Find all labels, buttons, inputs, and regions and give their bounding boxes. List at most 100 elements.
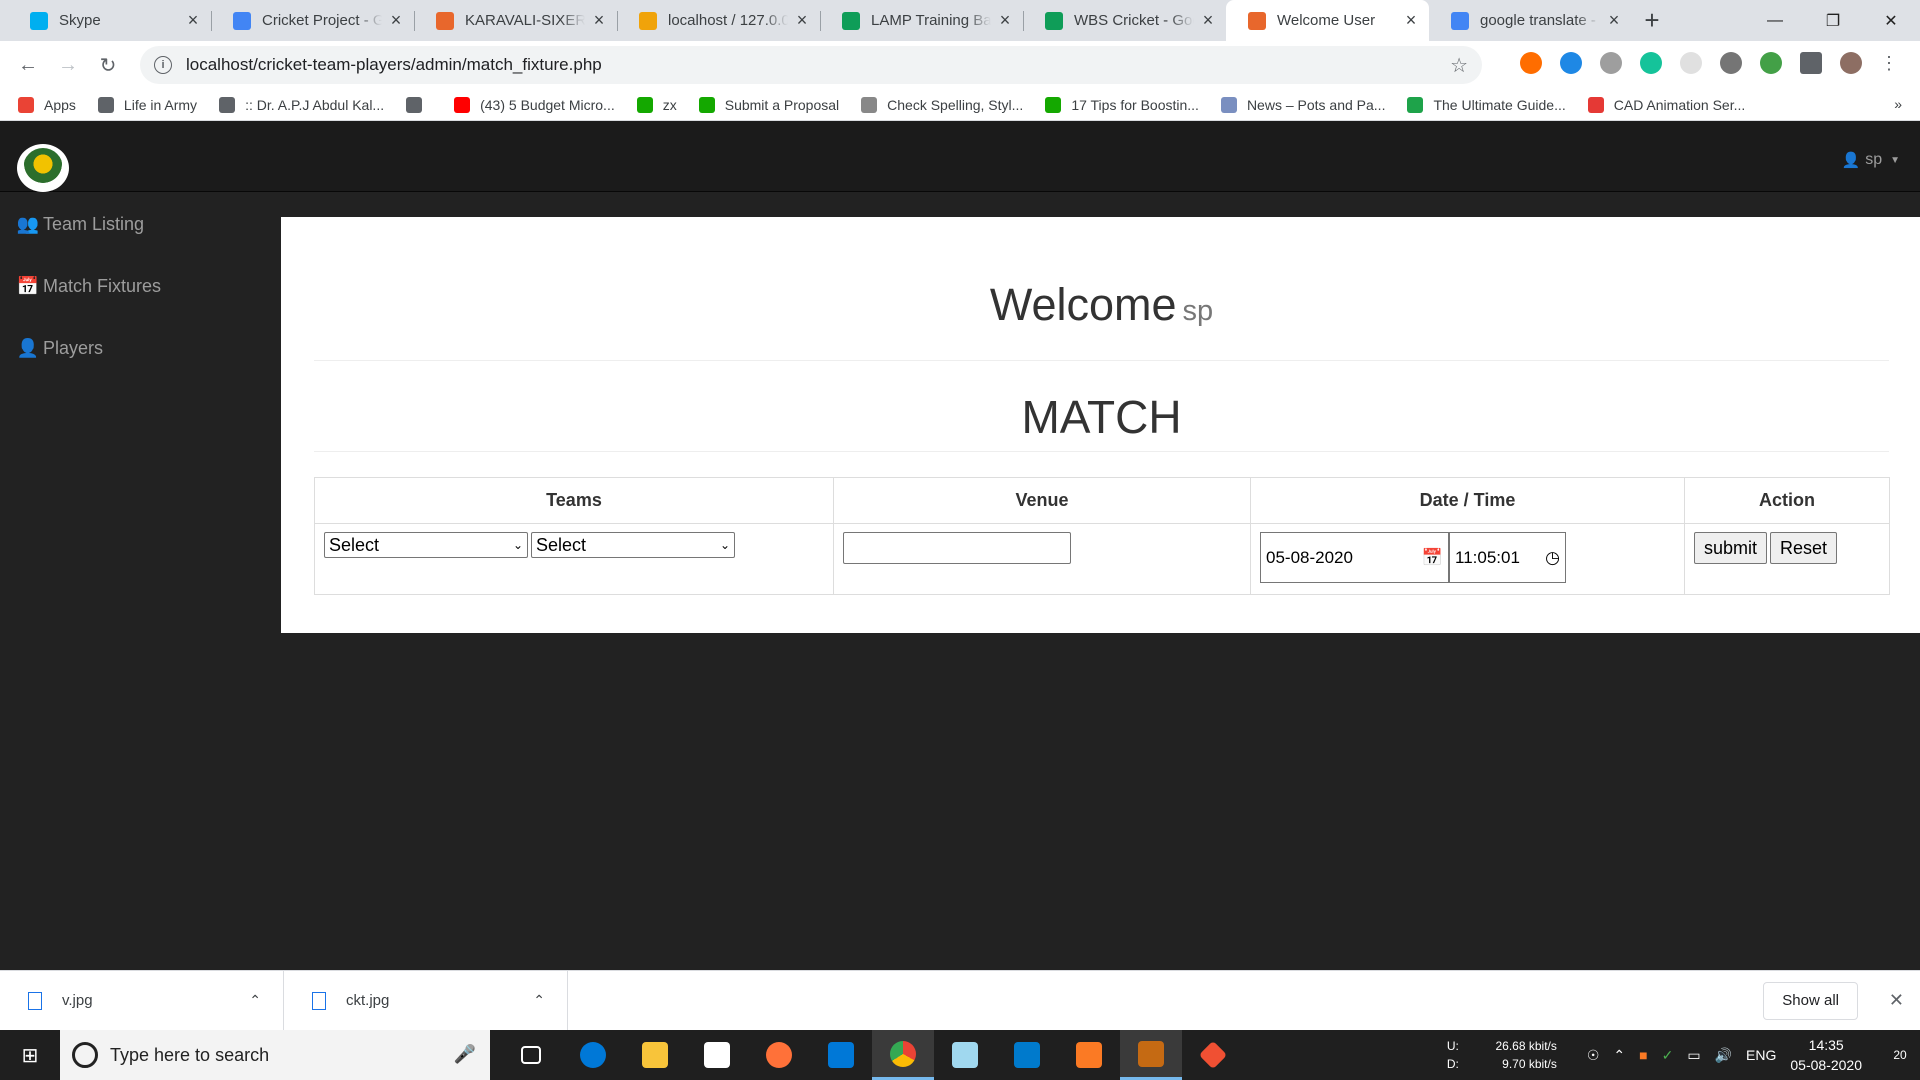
close-tab-icon[interactable]: × [388, 10, 404, 31]
profile-avatar[interactable] [1840, 52, 1862, 74]
bookmark-item[interactable]: 17 Tips for Boostin... [1045, 96, 1199, 113]
browser-tab[interactable]: WBS Cricket - Goo × [1023, 0, 1226, 41]
time-input[interactable]: 11:05:01 ◷ [1449, 532, 1566, 583]
bookmark-item[interactable]: Check Spelling, Styl... [861, 96, 1023, 113]
sidebar-item-match-fixtures[interactable]: 📅 Match Fixtures [0, 255, 281, 317]
team2-select[interactable]: Select ⌄ [531, 532, 735, 558]
chrome-icon[interactable] [872, 1030, 934, 1080]
new-tab-button[interactable]: + [1632, 0, 1672, 41]
file-explorer-icon[interactable] [624, 1030, 686, 1080]
grammarly-icon[interactable] [1640, 52, 1662, 74]
browser-tab[interactable]: LAMP Training Bat × [820, 0, 1023, 41]
edge-icon[interactable] [562, 1030, 624, 1080]
phpmyadmin-icon [639, 11, 657, 30]
volume-icon[interactable]: 🔊 [1715, 1047, 1732, 1064]
close-tab-icon[interactable]: × [1606, 10, 1622, 31]
address-bar[interactable]: i localhost/cricket-team-players/admin/m… [140, 46, 1482, 84]
people-icon[interactable]: ☉ [1587, 1047, 1600, 1064]
bookmark-item[interactable]: Life in Army [97, 96, 197, 113]
close-icon[interactable]: ✕ [1889, 990, 1904, 1011]
forward-button[interactable]: → [48, 45, 88, 85]
browser-tab[interactable]: localhost / 127.0.0 × [617, 0, 820, 41]
browser-tab[interactable]: Skype × [8, 0, 211, 41]
check-tray-icon[interactable]: ✓ [1662, 1047, 1674, 1064]
windows-start-button[interactable]: ⊞ [0, 1030, 60, 1080]
browser-tab[interactable]: google translate - × [1429, 0, 1632, 41]
extension-icon[interactable] [1720, 52, 1742, 74]
bookmark-item[interactable] [406, 96, 432, 113]
chevron-up-icon[interactable]: ⌃ [1613, 1047, 1625, 1064]
bookmark-item[interactable]: :: Dr. A.P.J Abdul Kal... [219, 96, 384, 113]
firefox-icon[interactable] [748, 1030, 810, 1080]
task-view-icon[interactable] [500, 1030, 562, 1080]
microphone-icon[interactable]: 🎤 [454, 1044, 476, 1065]
extension-icon[interactable] [1680, 52, 1702, 74]
mail-icon[interactable] [810, 1030, 872, 1080]
site-info-icon[interactable]: i [154, 56, 172, 74]
extension-icon[interactable] [1560, 52, 1582, 74]
bookmark-item[interactable]: News – Pots and Pa... [1220, 96, 1385, 113]
close-tab-icon[interactable]: × [1403, 10, 1419, 31]
reload-button[interactable]: ↻ [88, 45, 128, 85]
xampp-tray-icon[interactable]: ■ [1639, 1047, 1647, 1063]
cricket-logo[interactable] [17, 144, 69, 192]
taskbar-search[interactable]: Type here to search 🎤 [60, 1030, 490, 1080]
back-button[interactable]: ← [8, 45, 48, 85]
browser-tab[interactable]: Welcome User × [1226, 0, 1429, 41]
notepad-icon[interactable] [934, 1030, 996, 1080]
submit-button[interactable]: submit [1694, 532, 1768, 564]
clock-icon[interactable]: ◷ [1545, 548, 1560, 568]
bookmark-item[interactable]: The Ultimate Guide... [1407, 96, 1566, 113]
bookmark-item[interactable]: CAD Animation Ser... [1587, 96, 1745, 113]
vscode-icon[interactable] [996, 1030, 1058, 1080]
close-tab-icon[interactable]: × [1200, 10, 1216, 31]
close-tab-icon[interactable]: × [794, 10, 810, 31]
puzzle-icon[interactable] [1800, 52, 1822, 74]
extension-icon[interactable] [1520, 52, 1542, 74]
user-name: sp [1865, 151, 1883, 168]
minimize-button[interactable]: — [1746, 0, 1804, 41]
git-icon[interactable] [1182, 1030, 1244, 1080]
show-all-button[interactable]: Show all [1763, 982, 1858, 1020]
xampp-control-icon[interactable] [1120, 1030, 1182, 1080]
date-input[interactable]: 05-08-2020 📅 [1260, 532, 1449, 583]
browser-tab[interactable]: Cricket Project - Go × [211, 0, 414, 41]
team1-select[interactable]: Select ⌄ [324, 532, 528, 558]
close-tab-icon[interactable]: × [591, 10, 607, 31]
bookmark-item[interactable]: Apps [18, 96, 76, 113]
google-sheets-icon [1045, 11, 1063, 30]
extension-icon[interactable] [1760, 52, 1782, 74]
google-docs-icon [233, 11, 251, 30]
store-icon[interactable] [686, 1030, 748, 1080]
browser-tab[interactable]: KARAVALI-SIXER × [414, 0, 617, 41]
bookmark-item[interactable]: zx [636, 96, 677, 113]
user-menu[interactable]: 👤 sp ▼ [1842, 151, 1901, 169]
chrome-menu-icon[interactable]: ⋮ [1880, 52, 1898, 74]
bookmark-item[interactable]: (43) 5 Budget Micro... [454, 96, 615, 113]
divider [314, 451, 1889, 452]
bookmark-star-icon[interactable]: ☆ [1450, 53, 1468, 78]
close-tab-icon[interactable]: × [185, 10, 201, 31]
close-window-button[interactable]: ✕ [1862, 0, 1920, 41]
xampp-icon[interactable] [1058, 1030, 1120, 1080]
sidebar-item-team-listing[interactable]: 👥 Team Listing [0, 193, 281, 255]
calendar-icon[interactable]: 📅 [1422, 548, 1443, 568]
welcome-username: sp [1182, 295, 1214, 327]
close-tab-icon[interactable]: × [997, 10, 1013, 31]
reset-button[interactable]: Reset [1770, 532, 1838, 564]
notifications-icon[interactable]: 20 [1880, 1035, 1920, 1075]
download-item[interactable]: v.jpg ⌃ [0, 970, 284, 1031]
language-indicator[interactable]: ENG [1746, 1047, 1776, 1063]
chevron-up-icon[interactable]: ⌃ [249, 992, 261, 1009]
clock[interactable]: 14:35 05-08-2020 [1790, 1035, 1862, 1075]
venue-input[interactable] [843, 532, 1071, 564]
bookmark-item[interactable]: Submit a Proposal [698, 96, 839, 113]
team1-selected: Select [329, 534, 380, 555]
sidebar-item-players[interactable]: 👤 Players [0, 317, 281, 379]
maximize-button[interactable]: ❐ [1804, 0, 1862, 41]
battery-icon[interactable]: ▭ [1687, 1047, 1700, 1064]
extension-icon[interactable] [1600, 52, 1622, 74]
download-item[interactable]: ckt.jpg ⌃ [284, 970, 568, 1031]
chevron-up-icon[interactable]: ⌃ [533, 992, 545, 1009]
bookmarks-overflow-button[interactable]: » [1894, 96, 1902, 112]
